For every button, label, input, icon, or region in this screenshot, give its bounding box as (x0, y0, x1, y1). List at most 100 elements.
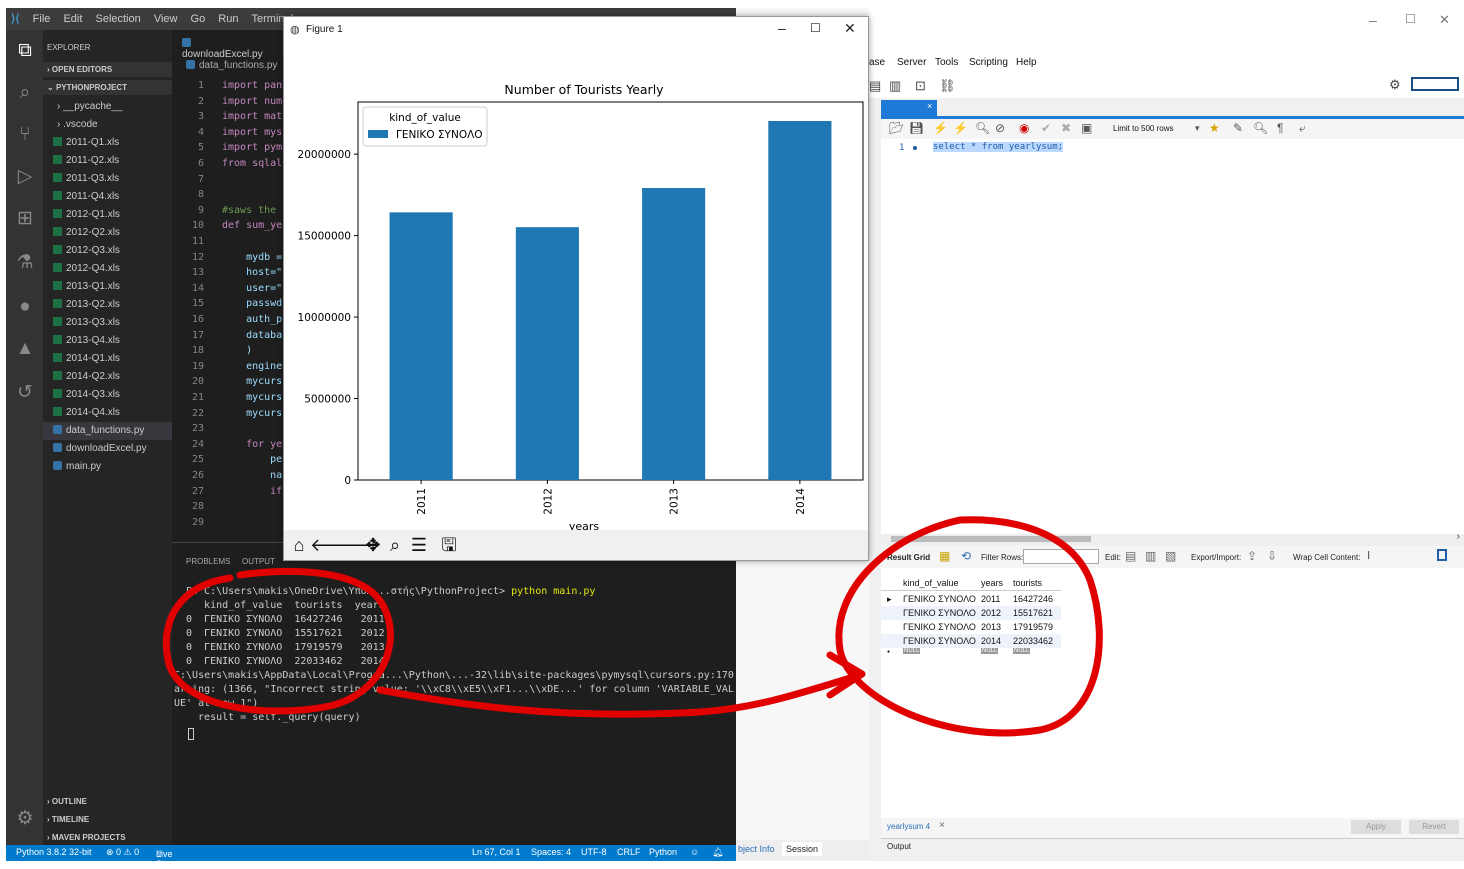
table-cell[interactable]: 16427246 (1013, 594, 1053, 604)
zoom-icon[interactable]: ⌕ (384, 534, 406, 556)
forward-icon[interactable]: 🡒 (332, 534, 380, 556)
menu-file[interactable]: File (28, 9, 56, 29)
encoding[interactable]: UTF-8 (581, 847, 607, 857)
table-cell[interactable]: 2012 (981, 608, 1001, 618)
scroll-right-icon[interactable]: › (1457, 531, 1460, 542)
outline-section[interactable]: › OUTLINE (43, 794, 172, 809)
table-cell[interactable]: ΓΕΝΙΚΟ ΣΥΝΟΛΟ (903, 636, 976, 646)
tab-problems[interactable]: PROBLEMS (186, 557, 230, 566)
dropdown-arrow-icon[interactable]: ▾ (1195, 123, 1200, 134)
code-line[interactable]: import pym (222, 142, 282, 153)
table-cell[interactable]: ΓΕΝΙΚΟ ΣΥΝΟΛΟ (903, 594, 976, 604)
live-share-icon[interactable]: ↺ (12, 380, 38, 406)
code-line[interactable]: #saws the (222, 205, 276, 216)
filter-rows-input[interactable] (1023, 549, 1099, 564)
xls-file-item[interactable]: 2011-Q1.xls (43, 134, 172, 152)
grid-icon[interactable]: ▦ (939, 549, 950, 563)
legend[interactable]: kind_of_value ΓΕΝΙΚΟ ΣΥΝΟΛΟ (362, 106, 488, 147)
xls-file-item[interactable]: 2011-Q4.xls (43, 188, 172, 206)
menu-scripting[interactable]: Scripting (969, 57, 1008, 68)
code-line[interactable]: mycurs (222, 392, 282, 403)
xls-file-item[interactable]: 2012-Q1.xls (43, 206, 172, 224)
menu-tools[interactable]: Tools (935, 57, 958, 68)
panel-toggle-icon[interactable] (1437, 549, 1447, 561)
editor-scrollbar[interactable]: › (881, 531, 1464, 544)
column-header[interactable]: years (981, 578, 1003, 588)
code-line[interactable]: if (222, 486, 282, 497)
null-cell[interactable]: NULL (1013, 648, 1031, 654)
menu-run[interactable]: Run (213, 9, 243, 29)
plot-canvas[interactable]: Number of Tourists Yearly 0 5000000 100000… (284, 45, 868, 533)
xls-file-item[interactable]: 2011-Q3.xls (43, 170, 172, 188)
execute-icon[interactable]: ⚡ (933, 121, 948, 135)
code-line[interactable]: import mys (222, 127, 282, 138)
refresh-icon[interactable]: ⟲ (961, 549, 971, 563)
open-editors-section[interactable]: › OPEN EDITORS (43, 62, 172, 77)
result-tab-yearlysum[interactable]: yearlysum 4 (887, 822, 930, 831)
home-icon[interactable]: ⌂ (288, 534, 310, 556)
xls-file-item[interactable]: 2013-Q2.xls (43, 296, 172, 314)
explain-icon[interactable]: 🔍︎ (975, 121, 990, 135)
tab-output[interactable]: OUTPUT (242, 557, 275, 566)
run-debug-icon[interactable]: ▷ (12, 164, 38, 190)
maximize-button[interactable]: ☐ (1405, 12, 1416, 26)
table-row[interactable]: ▸ ΓΕΝΙΚΟ ΣΥΝΟΛΟ 2011 16427246 (881, 592, 1061, 606)
find-icon[interactable]: 🔍︎ (1253, 121, 1268, 135)
xls-file-item[interactable]: 2011-Q2.xls (43, 152, 172, 170)
bell-icon[interactable]: 🔔︎ (712, 847, 723, 858)
table-row[interactable]: ΓΕΝΙΚΟ ΣΥΝΟΛΟ 2013 17919579 (881, 620, 1061, 634)
xls-file-item[interactable]: 2013-Q3.xls (43, 314, 172, 332)
execute-current-icon[interactable]: ⚡ (953, 121, 968, 135)
open-folder-icon[interactable]: 📂︎ (889, 121, 904, 135)
xls-file-item[interactable]: 2014-Q2.xls (43, 368, 172, 386)
tab-downloadexcel[interactable]: downloadExcel.py (172, 30, 282, 60)
code-line[interactable]: for ye (222, 439, 282, 450)
table-cell[interactable]: ΓΕΝΙΚΟ ΣΥΝΟΛΟ (903, 622, 976, 632)
apply-button[interactable]: Apply (1351, 820, 1401, 834)
xls-file-item[interactable]: 2012-Q3.xls (43, 242, 172, 260)
json-icon[interactable]: ● (12, 294, 38, 320)
table-cell[interactable]: 17919579 (1013, 622, 1053, 632)
minimize-button[interactable]: – (778, 20, 786, 36)
export-icon[interactable]: ⇪ (1247, 549, 1257, 563)
menu-go[interactable]: Go (186, 9, 211, 29)
invisible-chars-icon[interactable]: ¶ (1277, 121, 1283, 135)
code-line[interactable]: from sqlal (222, 158, 282, 169)
configure-subplots-icon[interactable]: ☰ (408, 534, 430, 556)
folder-item[interactable]: › .vscode (43, 116, 172, 134)
python-file-item[interactable]: data_functions.py (43, 422, 172, 440)
autocommit-icon[interactable]: ▣ (1081, 121, 1092, 135)
project-section[interactable]: ⌄ PYTHONPROJECT (43, 80, 172, 95)
null-cell[interactable]: NULL (903, 648, 921, 654)
favorite-icon[interactable]: ★ (1209, 121, 1220, 135)
python-file-item[interactable]: downloadExcel.py (43, 440, 172, 458)
xls-file-item[interactable]: 2014-Q3.xls (43, 386, 172, 404)
edit-row-icon[interactable]: ▤ (1125, 549, 1136, 563)
layout-toggle-icon[interactable] (1411, 77, 1459, 91)
language-mode[interactable]: Python (649, 847, 677, 857)
null-cell[interactable]: NULL (981, 648, 999, 654)
pan-icon[interactable]: ✥ (362, 534, 384, 556)
sql-editor[interactable]: 1 select * from yearlysum; (881, 139, 1464, 534)
code-line[interactable]: auth_p (222, 314, 282, 325)
timeline-section[interactable]: › TIMELINE (43, 812, 172, 827)
table-cell[interactable]: 22033462 (1013, 636, 1053, 646)
menu-server[interactable]: Server (897, 57, 926, 68)
tab-object-info[interactable]: bject Info (738, 844, 775, 854)
testing-icon[interactable]: ⚗ (12, 250, 38, 276)
code-line[interactable]: ) (222, 345, 252, 356)
settings-icon[interactable]: ⚙ (1389, 77, 1401, 93)
table-cell[interactable]: 2013 (981, 622, 1001, 632)
wrap-icon[interactable]: ⤶ (1299, 121, 1306, 136)
menu-database[interactable]: ase (869, 57, 885, 68)
code-line[interactable]: def sum_ye (222, 220, 282, 231)
limit-rows-select[interactable]: Limit to 500 rows (1113, 124, 1173, 133)
azure-icon[interactable]: ▲ (12, 336, 38, 362)
column-header[interactable]: tourists (1013, 578, 1042, 588)
result-grid-label[interactable]: Result Grid (887, 553, 930, 562)
save-figure-icon[interactable]: 🖫 (438, 534, 460, 556)
xls-file-item[interactable]: 2013-Q1.xls (43, 278, 172, 296)
query-tab[interactable]: × (881, 100, 937, 116)
maximize-button[interactable]: ☐ (810, 21, 821, 35)
error-toggle-icon[interactable]: ◉ (1019, 121, 1029, 135)
